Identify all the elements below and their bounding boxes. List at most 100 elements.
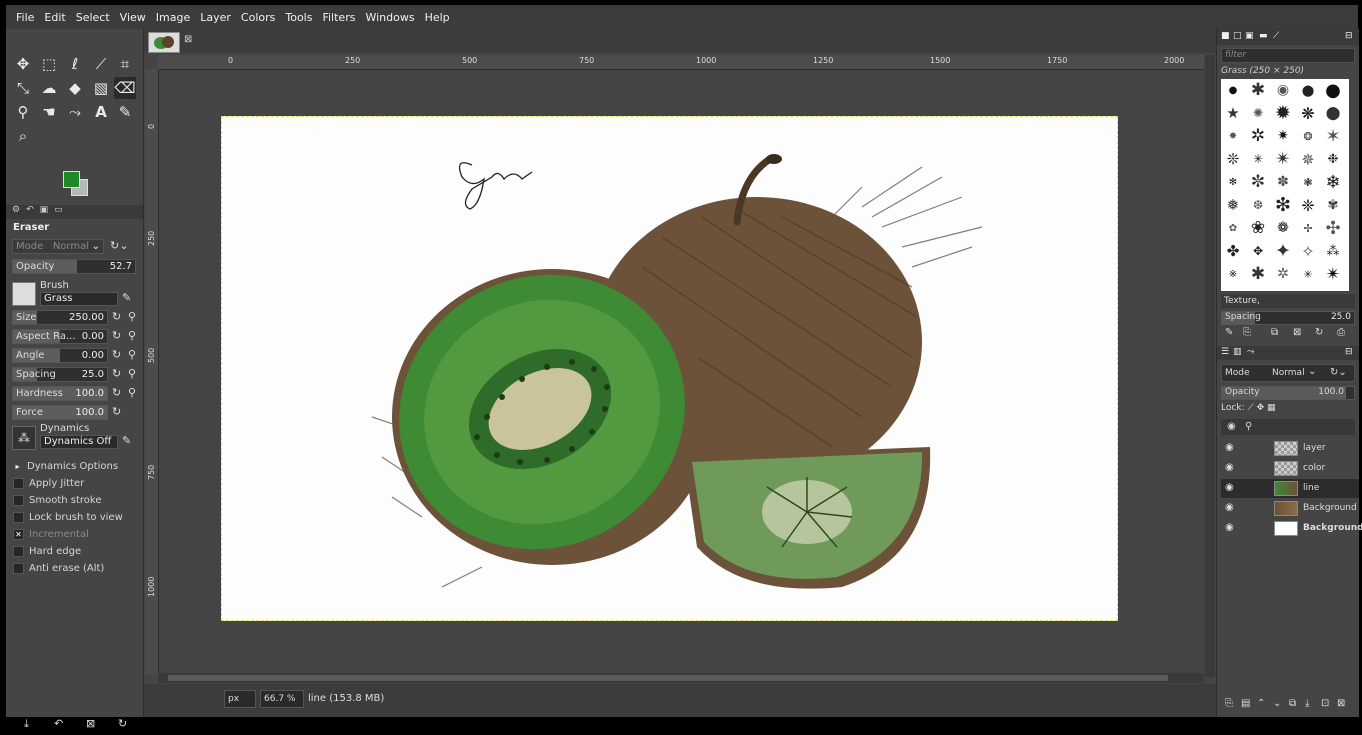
brush-swatch-icon[interactable]: ✾ <box>1321 194 1345 216</box>
brush-swatch-icon[interactable]: ❀ <box>1246 217 1270 239</box>
unit-select[interactable]: px <box>224 690 256 708</box>
size-slider[interactable]: Size 250.00 <box>12 310 108 325</box>
brush-swatch-icon[interactable]: ● <box>1221 79 1245 101</box>
gradients-tab-icon[interactable]: ▬ <box>1259 31 1268 41</box>
brush-swatch-icon[interactable]: ✱ <box>1246 79 1270 101</box>
angle-slider[interactable]: Angle 0.00 <box>12 348 108 363</box>
checkbox-box[interactable] <box>13 545 24 557</box>
reset-tool-options-icon[interactable]: ↻ <box>118 717 127 730</box>
menu-edit[interactable]: Edit <box>39 11 70 24</box>
edit-brush-icon[interactable]: ✎ <box>122 291 131 304</box>
warp-tool-icon[interactable]: ☁ <box>38 77 60 99</box>
bucket-fill-tool-icon[interactable]: ◆ <box>64 77 86 99</box>
brush-swatch-icon[interactable]: ✦ <box>1271 240 1295 262</box>
horizontal-scrollbar[interactable] <box>158 673 1204 683</box>
paint-dynamics-tab-icon[interactable]: ⟋ <box>1273 31 1279 41</box>
lock-alpha-icon[interactable]: ▦ <box>1267 403 1276 413</box>
brushes-tab-icon[interactable]: ■ <box>1221 31 1230 41</box>
checkbox-lock-brush-to-view[interactable]: Lock brush to view <box>13 510 123 524</box>
brush-swatch-icon[interactable]: ◉ <box>1271 79 1295 101</box>
color-picker-tool-icon[interactable]: ✎ <box>114 101 136 123</box>
horizontal-ruler[interactable]: 0 250 500 750 1000 1250 1500 1750 2000 <box>158 55 1204 70</box>
brush-filter-input[interactable]: filter <box>1221 48 1355 63</box>
menu-image[interactable]: Image <box>151 11 195 24</box>
menu-windows[interactable]: Windows <box>360 11 419 24</box>
brush-swatch-icon[interactable]: ❄ <box>1321 171 1345 193</box>
brush-swatch-icon[interactable]: ✢ <box>1296 217 1320 239</box>
brush-swatch-icon[interactable]: ✻ <box>1221 171 1245 193</box>
brush-swatch-icon[interactable]: ✺ <box>1246 102 1270 124</box>
force-slider[interactable]: Force 100.0 <box>12 405 108 420</box>
brush-swatch-icon[interactable]: ❋ <box>1296 102 1320 124</box>
layer-row-layer[interactable]: ◉ layer <box>1221 439 1359 458</box>
eraser-tool-icon[interactable]: ⌫ <box>114 77 136 99</box>
refresh-brushes-icon[interactable]: ↻ <box>1315 327 1323 338</box>
menu-select[interactable]: Select <box>71 11 115 24</box>
image-canvas[interactable] <box>221 116 1118 621</box>
link-hardness-icon[interactable]: ⚲ <box>128 386 136 399</box>
open-brush-folder-icon[interactable]: ⎙ <box>1337 327 1345 338</box>
tool-options-tab-icon[interactable]: ▣ <box>40 205 49 215</box>
layer-mode-value[interactable]: Normal <box>1272 368 1305 378</box>
brush-swatch-icon[interactable]: ✧ <box>1296 240 1320 262</box>
reset-hardness-icon[interactable]: ↻ <box>112 386 121 399</box>
brush-swatch-icon[interactable]: ※ <box>1221 263 1245 285</box>
brush-swatch-icon[interactable]: ✵ <box>1296 148 1320 170</box>
checkbox-smooth-stroke[interactable]: Smooth stroke <box>13 493 102 507</box>
restore-tool-preset-icon[interactable]: ↶ <box>54 717 63 730</box>
menu-layer[interactable]: Layer <box>195 11 236 24</box>
fonts-tab-icon[interactable]: ▣ <box>1245 31 1254 41</box>
new-brush-icon[interactable]: ⎘ <box>1243 327 1251 338</box>
text-tool-icon[interactable]: A <box>90 101 112 123</box>
edit-brush-action-icon[interactable]: ✎ <box>1225 327 1233 338</box>
brush-swatch-icon[interactable]: ✽ <box>1271 171 1295 193</box>
dock-menu-icon[interactable]: ⊟ <box>1345 31 1353 41</box>
brush-swatch-icon[interactable]: ❉ <box>1321 148 1345 170</box>
menu-tools[interactable]: Tools <box>280 11 317 24</box>
menu-file[interactable]: File <box>6 11 39 24</box>
brush-tag-select[interactable]: Texture, <box>1221 294 1355 308</box>
move-tool-icon[interactable]: ✥ <box>12 53 34 75</box>
checkbox-box[interactable] <box>13 494 24 506</box>
brush-swatch-icon[interactable]: ✸ <box>1221 125 1245 147</box>
brush-swatch-icon[interactable]: ❇ <box>1271 194 1295 216</box>
reset-layer-mode-icon[interactable]: ↻⌄ <box>1330 367 1347 378</box>
crop-tool-icon[interactable]: ⌗ <box>114 53 136 75</box>
layer-row-color[interactable]: ◉ color <box>1221 459 1359 478</box>
brush-swatch-icon[interactable]: ❂ <box>1296 125 1320 147</box>
mode-select[interactable]: Mode Normal ⌄ <box>12 239 104 254</box>
layers-tab-icon[interactable]: ☰ <box>1221 347 1229 357</box>
dynamics-icon[interactable]: ⁂ <box>12 426 36 450</box>
expander-icon[interactable]: ▸ <box>13 461 22 471</box>
brush-swatch-icon[interactable]: ❃ <box>1296 171 1320 193</box>
reset-spacing-icon[interactable]: ↻ <box>112 367 121 380</box>
link-aspect-icon[interactable]: ⚲ <box>128 329 136 342</box>
brush-swatch-icon[interactable]: ✣ <box>1321 217 1345 239</box>
chevron-down-icon[interactable]: ⌄ <box>1308 366 1316 377</box>
eye-icon[interactable]: ◉ <box>1225 442 1234 453</box>
delete-tool-preset-icon[interactable]: ⊠ <box>86 717 95 730</box>
aspect-slider[interactable]: Aspect Ra... 0.00 <box>12 329 108 344</box>
menu-filters[interactable]: Filters <box>317 11 360 24</box>
brush-swatch-icon[interactable]: ✹ <box>1271 102 1295 124</box>
brush-swatch-icon[interactable]: ❈ <box>1296 194 1320 216</box>
brush-swatch-icon[interactable]: ⁂ <box>1321 240 1345 262</box>
vertical-scrollbar[interactable] <box>1205 55 1215 677</box>
brush-swatch-icon[interactable]: ✱ <box>1246 263 1270 285</box>
patterns-tab-icon[interactable]: □ <box>1233 31 1242 41</box>
opacity-slider[interactable]: Opacity 52.7 <box>12 259 136 274</box>
checkbox-box[interactable] <box>13 562 24 574</box>
brush-swatch-icon[interactable]: ✲ <box>1271 263 1295 285</box>
new-layer-icon[interactable]: ⎘ <box>1225 698 1233 709</box>
brush-swatch-icon[interactable]: ✳ <box>1246 148 1270 170</box>
eye-icon[interactable]: ◉ <box>1225 482 1234 493</box>
new-layer-group-icon[interactable]: ▤ <box>1241 698 1250 709</box>
images-tab-icon[interactable]: ▭ <box>54 205 63 215</box>
zoom-tool-icon[interactable]: ⌕ <box>12 125 34 147</box>
brush-swatch-icon[interactable]: ❆ <box>1246 194 1270 216</box>
menu-view[interactable]: View <box>115 11 151 24</box>
brush-swatch-icon[interactable]: ✴ <box>1321 263 1345 285</box>
raise-layer-icon[interactable]: ⌃ <box>1257 698 1265 709</box>
hardness-slider[interactable]: Hardness 100.0 <box>12 386 108 401</box>
horizontal-scroll-thumb[interactable] <box>168 675 1168 681</box>
